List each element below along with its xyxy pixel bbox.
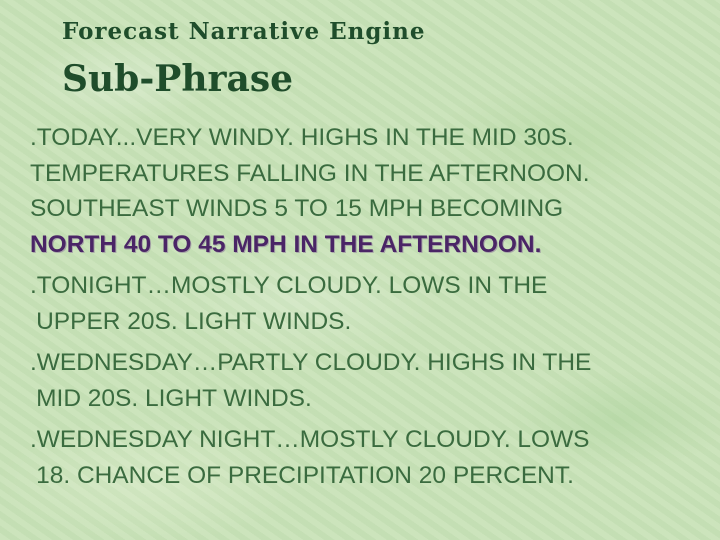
forecast-line: MID 20S. LIGHT WINDS. xyxy=(36,384,312,412)
forecast-line: TEMPERATURES FALLING IN THE AFTERNOON. xyxy=(30,159,590,187)
forecast-paragraph-wednesday-night: .WEDNESDAY NIGHT…MOSTLY CLOUDY. LOWS 18.… xyxy=(30,422,715,493)
forecast-line: .TODAY...VERY WINDY. HIGHS IN THE MID 30… xyxy=(30,124,574,151)
forecast-paragraph-tonight: .TONIGHT…MOSTLY CLOUDY. LOWS IN THE UPPE… xyxy=(30,268,715,339)
slide-title: Sub-Phrase xyxy=(62,58,293,100)
forecast-line: SOUTHEAST WINDS 5 TO 15 MPH BECOMING xyxy=(30,195,564,222)
forecast-line: 18. CHANCE OF PRECIPITATION 20 PERCENT. xyxy=(36,461,574,489)
highlighted-sub-phrase: NORTH 40 TO 45 MPH IN THE AFTERNOON. xyxy=(30,230,542,258)
slide-subtitle: Forecast Narrative Engine xyxy=(62,18,426,45)
forecast-line: UPPER 20S. LIGHT WINDS. xyxy=(36,307,352,335)
forecast-paragraph-today: .TODAY...VERY WINDY. HIGHS IN THE MID 30… xyxy=(30,120,715,262)
forecast-line: .TONIGHT…MOSTLY CLOUDY. LOWS IN THE xyxy=(30,272,548,299)
forecast-line: .WEDNESDAY NIGHT…MOSTLY CLOUDY. LOWS xyxy=(30,426,590,453)
forecast-line: .WEDNESDAY…PARTLY CLOUDY. HIGHS IN THE xyxy=(30,349,592,376)
forecast-text: .TODAY...VERY WINDY. HIGHS IN THE MID 30… xyxy=(30,120,715,499)
forecast-paragraph-wednesday: .WEDNESDAY…PARTLY CLOUDY. HIGHS IN THE M… xyxy=(30,345,715,416)
